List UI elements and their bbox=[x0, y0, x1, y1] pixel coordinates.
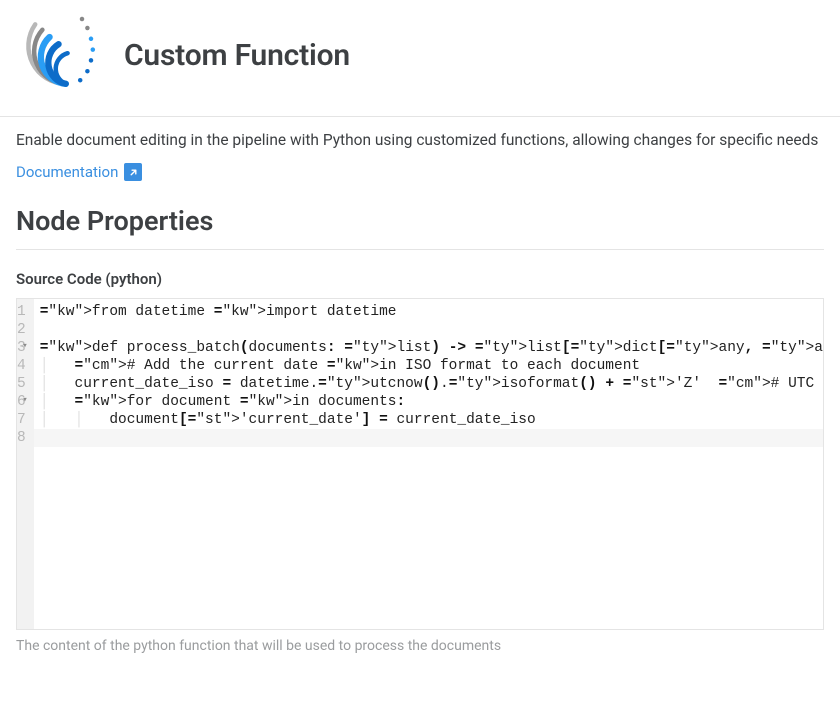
page-title: Custom Function bbox=[124, 38, 350, 73]
editor-code-area[interactable]: ="kw">from datetime ="kw">import datetim… bbox=[34, 299, 824, 629]
documentation-link-label: Documentation bbox=[16, 163, 118, 181]
header: Custom Function bbox=[0, 0, 840, 106]
documentation-link[interactable]: Documentation bbox=[0, 149, 158, 181]
description-text: Enable document editing in the pipeline … bbox=[0, 117, 840, 149]
source-code-help: The content of the python function that … bbox=[0, 630, 840, 654]
source-code-editor[interactable]: 123▾456▾78 ="kw">from datetime ="kw">imp… bbox=[16, 298, 824, 630]
section-title: Node Properties bbox=[0, 181, 840, 249]
editor-gutter: 123▾456▾78 bbox=[17, 299, 34, 629]
external-link-icon bbox=[124, 163, 142, 181]
section-divider bbox=[16, 249, 824, 250]
logo bbox=[16, 10, 112, 100]
source-code-label: Source Code (python) bbox=[0, 270, 840, 298]
